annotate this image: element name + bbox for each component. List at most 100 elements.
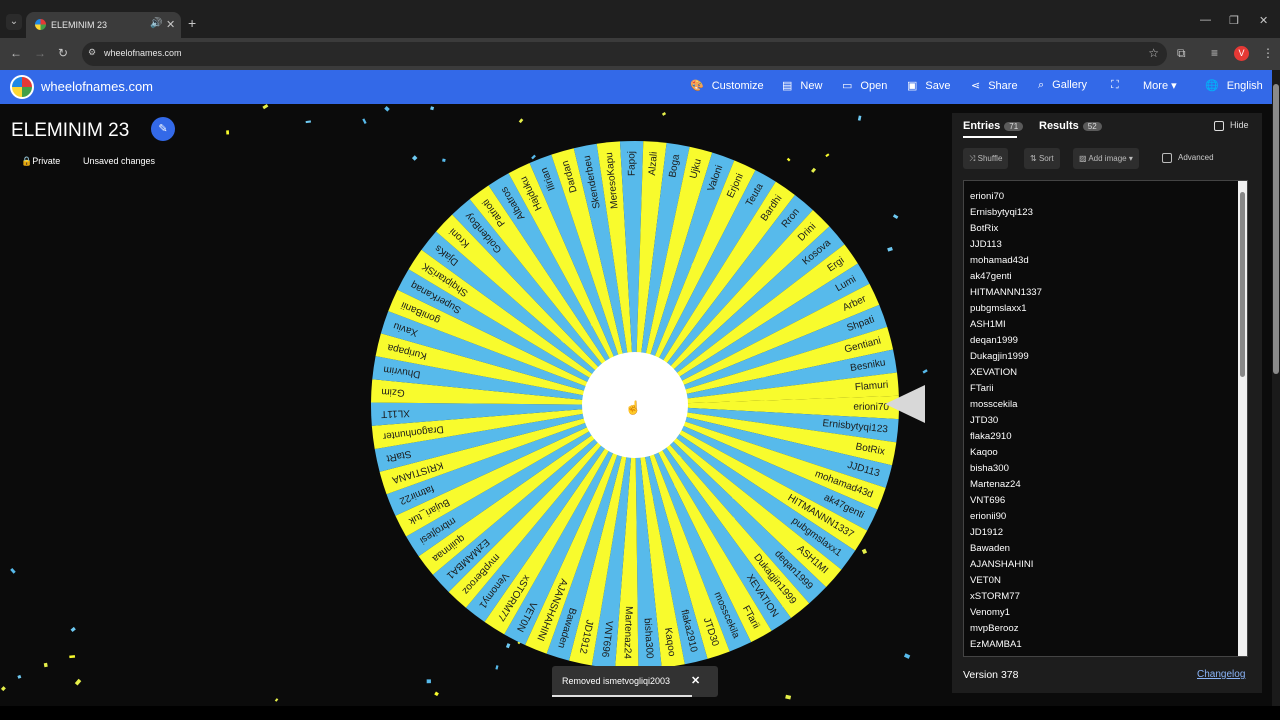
site-info-icon[interactable]: ⚙ <box>88 47 96 58</box>
back-button[interactable]: ← <box>10 46 22 60</box>
tab-close-icon[interactable]: ✕ <box>166 18 175 31</box>
bookmark-star-icon[interactable]: ☆ <box>1148 46 1159 60</box>
hand-cursor-icon: ☝ <box>625 400 642 415</box>
caret-down-icon: ▾ <box>1126 154 1133 163</box>
entries-count-badge: 71 <box>1004 122 1024 131</box>
shuffle-button[interactable]: ⤨ Shuffle <box>963 148 1009 169</box>
globe-icon: 🌐 <box>1205 80 1219 92</box>
status-text: Unsaved changes <box>83 156 156 166</box>
entry-line: erionii90 <box>970 511 1007 522</box>
entry-line: ASH1MI <box>970 319 1006 330</box>
tab-entries-label: Entries <box>963 120 1001 132</box>
more-label: More <box>1143 80 1169 92</box>
changelog-link[interactable]: Changelog <box>1197 669 1245 680</box>
advanced-label[interactable]: Advanced <box>1178 153 1214 162</box>
save-button[interactable]: ▣ Save <box>907 79 950 92</box>
close-window-button[interactable]: ✕ <box>1259 14 1268 27</box>
language-button[interactable]: 🌐 English <box>1205 79 1263 92</box>
wheel-title: ELEMINIM 23 <box>11 120 130 141</box>
wheel-slice-label: bisha300 <box>642 618 655 660</box>
entry-line: deqan1999 <box>970 335 1019 346</box>
wheelofnames-logo-icon[interactable] <box>10 75 34 99</box>
page-scrollbar[interactable] <box>1272 70 1280 706</box>
entry-line: mohamad43d <box>970 255 1029 266</box>
entries-textarea[interactable]: erioni70 Ernisbytyqi123 BotRix JJD113 mohama… <box>963 180 1248 657</box>
open-button[interactable]: ▭ Open <box>842 79 887 92</box>
entry-line: ak47genti <box>970 271 1012 282</box>
entry-line: JTD30 <box>970 415 999 426</box>
sort-button[interactable]: ⇅ Sort <box>1024 148 1060 169</box>
browser-menu-icon[interactable]: ⋮ <box>1262 46 1274 60</box>
new-tab-button[interactable]: + <box>188 15 196 31</box>
new-label: New <box>800 80 823 92</box>
page-scrollbar-thumb[interactable] <box>1273 84 1279 374</box>
more-button[interactable]: More ▾ <box>1143 79 1177 92</box>
sort-icon: ⇅ <box>1030 154 1039 163</box>
toast-close-icon[interactable]: ✕ <box>691 674 700 687</box>
edit-title-button[interactable]: ✎ <box>151 117 175 141</box>
file-icon: ▤ <box>782 80 793 92</box>
tab-audio-icon[interactable]: 🔊 <box>150 18 162 29</box>
browser-tab[interactable]: ELEMINIM 23 🔊 ✕ <box>26 12 181 38</box>
minimize-button[interactable]: — <box>1200 14 1211 26</box>
url-text: wheelofnames.com <box>104 48 182 58</box>
customize-button[interactable]: 🎨 Customize <box>690 79 764 92</box>
shuffle-icon: ⤨ <box>969 154 978 163</box>
entries-scrollbar[interactable] <box>1238 181 1247 656</box>
hide-label[interactable]: Hide <box>1230 120 1249 130</box>
gallery-button[interactable]: ⌕ Gallery <box>1038 79 1087 92</box>
tab-entries[interactable]: Entries 71 <box>963 120 1024 132</box>
hide-checkbox[interactable] <box>1214 121 1224 131</box>
app-header: wheelofnames.com 🎨 Customize ▤ New ▭ Open ▣… <box>0 70 1272 104</box>
entries-scrollbar-thumb[interactable] <box>1240 192 1245 377</box>
new-button[interactable]: ▤ New <box>782 79 822 92</box>
brand-name[interactable]: wheelofnames.com <box>41 79 153 94</box>
tab-favicon-icon <box>35 19 46 30</box>
address-bar[interactable]: ⚙ wheelofnames.com ☆ <box>82 42 1167 66</box>
privacy-chip[interactable]: 🔒Private <box>21 156 60 167</box>
entry-line: AJANSHAHINI <box>970 559 1034 570</box>
profile-avatar[interactable]: V <box>1234 46 1249 61</box>
reload-button[interactable]: ↻ <box>58 46 68 60</box>
maximize-button[interactable]: ❐ <box>1229 14 1239 27</box>
tab-results-label: Results <box>1039 120 1079 132</box>
wheel-slice-label: Martenaz24 <box>621 606 634 660</box>
toast-message: Removed ismetvogliqi2003 <box>562 676 671 686</box>
entry-line: EzMAMBA1 <box>970 639 1022 650</box>
tab-search-button[interactable]: ⌄ <box>6 14 22 30</box>
active-tab-indicator <box>963 136 1017 138</box>
entry-line: JJD113 <box>970 239 1002 250</box>
wheel-slice-label: Fapoj <box>626 151 637 176</box>
media-control-icon[interactable]: ≡ <box>1211 46 1218 60</box>
entry-line: flaka2910 <box>970 431 1012 442</box>
entry-line: XEVATION <box>970 367 1018 378</box>
save-label: Save <box>925 80 951 92</box>
version-text: Version 378 <box>963 669 1019 681</box>
forward-button[interactable]: → <box>34 46 46 60</box>
add-image-button[interactable]: ▨ Add image ▾ <box>1073 148 1139 169</box>
entry-line: xSTORM77 <box>970 591 1020 602</box>
wheel-pointer-icon <box>885 385 925 423</box>
advanced-checkbox[interactable] <box>1162 153 1172 163</box>
tab-results[interactable]: Results 52 <box>1039 120 1102 132</box>
extensions-icon[interactable]: ⧉ <box>1177 46 1186 61</box>
image-icon: ▨ <box>1079 154 1089 163</box>
tab-title: ELEMINIM 23 <box>51 20 108 30</box>
results-count-badge: 52 <box>1082 122 1102 131</box>
sort-label: Sort <box>1038 154 1054 163</box>
entry-line: mvpBerooz <box>970 623 1019 634</box>
entry-line: Venomy1 <box>970 607 1011 618</box>
share-icon: ⋖ <box>971 80 981 92</box>
entries-list: erioni70 Ernisbytyqi123 BotRix JJD113 mohama… <box>970 189 1042 653</box>
share-button[interactable]: ⋖ Share <box>971 79 1018 92</box>
wheel-slice-label: Gzim <box>381 386 405 398</box>
customize-label: Customize <box>711 80 764 92</box>
share-label: Share <box>988 80 1018 92</box>
fullscreen-icon[interactable]: ⛶ <box>1111 79 1119 92</box>
language-label: English <box>1226 80 1263 92</box>
entry-line: HITMANNN1337 <box>970 287 1042 298</box>
entry-line: VNT696 <box>970 495 1006 506</box>
browser-toolbar: ← → ↻ ⚙ wheelofnames.com ☆ ⧉ ≡ V ⋮ <box>0 38 1280 70</box>
palette-icon: 🎨 <box>690 80 704 92</box>
folder-icon: ▭ <box>842 80 853 92</box>
